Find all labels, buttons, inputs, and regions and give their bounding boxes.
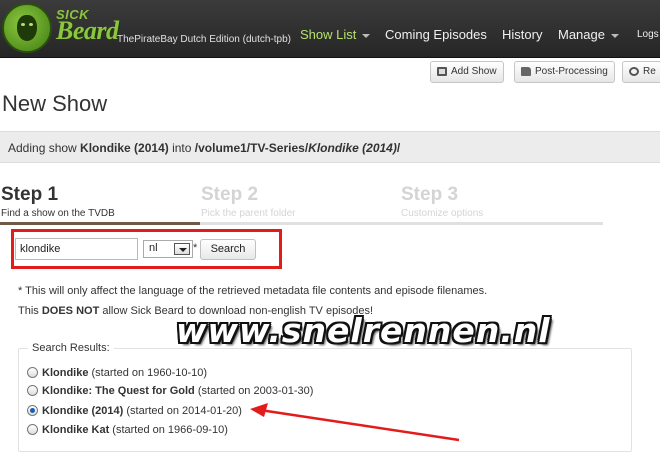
beard-face [17, 15, 37, 41]
result-item[interactable]: Klondike: The Quest for Gold (started on… [27, 385, 313, 397]
radio-button[interactable] [27, 424, 38, 435]
annotation-arrow-icon [250, 403, 460, 442]
arrow-head [250, 403, 268, 417]
chevron-down-icon [610, 33, 619, 38]
language-select[interactable]: nl [143, 240, 193, 258]
step-3-label: Step 3 [401, 184, 459, 205]
search-results-legend: Search Results: [28, 342, 114, 354]
radio-button[interactable] [27, 405, 38, 416]
step-1-label: Step 1 [1, 184, 59, 205]
step-2: Step 2 Pick the parent folder [201, 184, 296, 219]
result-item[interactable]: Klondike (started on 1960-10-10) [27, 367, 207, 379]
page-title: New Show [2, 91, 108, 116]
show-name-input[interactable] [15, 238, 138, 260]
step-2-sub: Pick the parent folder [201, 208, 296, 219]
post-processing-button[interactable]: Post-Processing [514, 61, 615, 83]
nav-history[interactable]: History [502, 27, 542, 42]
restart-button[interactable]: Re [622, 61, 660, 83]
result-name: Klondike [42, 367, 89, 379]
edition-label: ThePirateBay Dutch Edition (dutch-tpb) [117, 34, 291, 45]
result-item[interactable]: Klondike Kat (started on 1966-09-10) [27, 424, 228, 436]
post-processing-label: Post-Processing [535, 66, 608, 77]
step-3-sub: Customize options [401, 208, 484, 219]
result-name: Klondike (2014) [42, 405, 124, 417]
add-show-label: Add Show [451, 66, 497, 77]
info-path-root: /volume1/TV-Series/ [194, 141, 309, 155]
nav-manage-label: Manage [558, 27, 605, 42]
radio-button[interactable] [27, 385, 38, 396]
power-icon [629, 67, 639, 76]
step-2-label: Step 2 [201, 184, 259, 205]
arrow-shaft [259, 408, 460, 442]
nav-coming-episodes-label: Coming Episodes [385, 27, 487, 42]
chevron-down-icon [362, 33, 371, 38]
watermark: www.snelrennen.nl [176, 311, 551, 350]
adding-show-info: Adding show Klondike (2014) into /volume… [0, 131, 660, 163]
info-into: into [168, 141, 195, 155]
eye-left [21, 23, 25, 26]
brand-beard: Beard [56, 16, 119, 45]
nav-coming-episodes[interactable]: Coming Episodes [385, 27, 487, 42]
step-progress-fill [0, 222, 200, 225]
tv-icon [437, 67, 447, 76]
download-note-a: This [18, 305, 42, 317]
download-note-b: DOES NOT [41, 305, 100, 317]
language-asterisk: * [193, 242, 198, 254]
result-started: (started on 2014-01-20) [126, 405, 242, 417]
nav-logs[interactable]: Logs [637, 29, 659, 40]
top-navbar: SICK Beard ThePirateBay Dutch Edition (d… [0, 0, 660, 58]
language-select-value: nl [149, 242, 158, 254]
sickbeard-window: SICK Beard ThePirateBay Dutch Edition (d… [0, 0, 660, 458]
nav-logs-label: Logs [637, 29, 659, 40]
chevron-down-icon [174, 243, 190, 255]
result-started: (started on 2003-01-30) [197, 385, 314, 397]
result-started: (started on 1966-09-10) [112, 424, 228, 436]
nav-show-list[interactable]: Show List [300, 27, 371, 42]
eye-right [29, 23, 33, 26]
restart-label: Re [643, 66, 656, 77]
info-show-name: Klondike (2014) [80, 141, 169, 155]
step-1-sub: Find a show on the TVDB [1, 208, 115, 219]
result-name: Klondike: The Quest for Gold [42, 385, 195, 397]
radio-button[interactable] [27, 367, 38, 378]
sickbeard-logo-icon[interactable] [2, 3, 52, 53]
nav-show-list-label: Show List [300, 27, 357, 42]
result-item[interactable]: Klondike (2014) (started on 2014-01-20) [27, 405, 242, 417]
info-path-show: Klondike (2014) [308, 141, 397, 155]
nav-history-label: History [502, 27, 543, 42]
info-prefix: Adding show [8, 141, 81, 155]
search-button[interactable]: Search [200, 239, 256, 260]
nav-manage[interactable]: Manage [558, 27, 619, 42]
add-show-button[interactable]: Add Show [430, 61, 504, 83]
result-name: Klondike Kat [42, 424, 110, 436]
step-1: Step 1 Find a show on the TVDB [1, 184, 115, 219]
step-3: Step 3 Customize options [401, 184, 483, 219]
step-progress-track [0, 222, 603, 225]
result-started: (started on 1960-10-10) [91, 367, 208, 379]
language-note: * This will only affect the language of … [18, 285, 488, 297]
info-path-end: / [396, 141, 401, 155]
folder-icon [521, 67, 531, 76]
